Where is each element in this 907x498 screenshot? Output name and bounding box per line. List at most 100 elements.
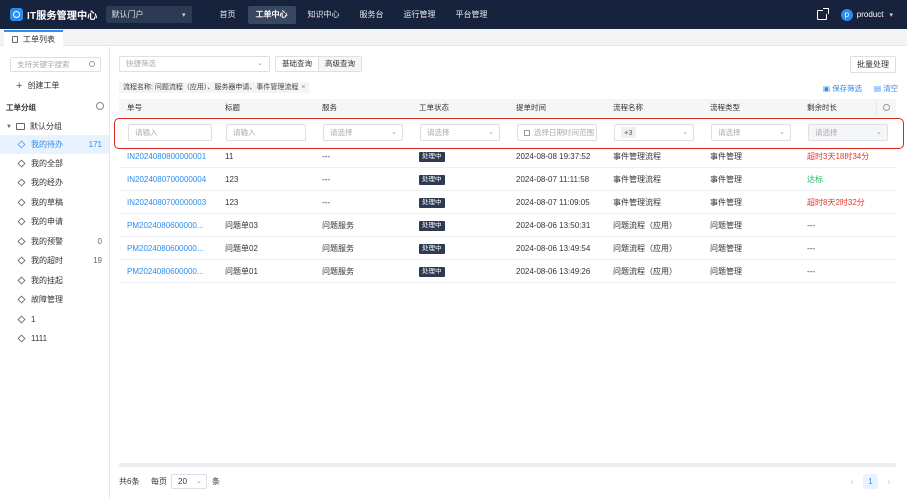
ticket-remaining-time: ---	[807, 244, 815, 253]
sidebar-item-my-handled[interactable]: 我的经办	[0, 173, 109, 192]
sidebar-search-input[interactable]: 支持关键字搜索	[10, 57, 101, 72]
sidebar-item-label: 我的超时	[31, 256, 63, 265]
tab-ticket-list[interactable]: 工单列表	[4, 30, 63, 46]
ticket-id-link[interactable]: IN2024080800000001	[127, 145, 206, 168]
ticket-status-cell: 处理中	[419, 214, 445, 237]
sidebar-item-my-requests[interactable]: 我的申请	[0, 212, 109, 231]
next-page-icon[interactable]: ›	[882, 474, 896, 489]
status-badge: 处理中	[419, 152, 445, 162]
sidebar-item-1111[interactable]: 1111	[0, 329, 109, 348]
status-badge: 处理中	[419, 244, 445, 254]
menu-item-ticket-center[interactable]: 工单中心	[247, 5, 296, 24]
menu-item-knowledge[interactable]: 知识中心	[300, 6, 348, 24]
sidebar-item-fault-management[interactable]: 故障管理	[0, 290, 109, 309]
ticket-process-name: 问题流程（应用）	[613, 267, 677, 276]
page-size-select[interactable]: 20 ⌄	[171, 474, 207, 489]
external-link-icon[interactable]	[816, 7, 829, 20]
column-header-title[interactable]: 标题	[225, 99, 240, 117]
sidebar-item-my-suspended[interactable]: 我的挂起	[0, 271, 109, 290]
logo[interactable]: IT服务管理中心	[10, 7, 98, 22]
column-header-process-name[interactable]: 流程名称	[613, 99, 643, 117]
total-count: 共6条	[119, 477, 140, 486]
sidebar-item-my-todo[interactable]: 我的待办 171	[0, 135, 109, 154]
filter-placeholder: 选择日期时间范围	[534, 128, 594, 137]
ticket-process-type: 问题管理	[710, 221, 742, 230]
ticket-id-link[interactable]: IN2024080700000004	[127, 168, 206, 191]
ticket-service: ---	[322, 152, 330, 161]
clear-filter-button[interactable]: ▤ 清空	[874, 83, 898, 94]
ticket-process-type: 事件管理	[710, 152, 742, 161]
column-header-remaining-time[interactable]: 剩余时长	[807, 99, 837, 117]
table-row[interactable]: PM2024080600000... 问题单03 问题服务 处理中 2024-0…	[119, 214, 896, 237]
column-header-id[interactable]: 单号	[127, 99, 142, 117]
ticket-id-link[interactable]: IN2024080700000003	[127, 191, 206, 214]
ticket-process-name: 事件管理流程	[613, 175, 661, 184]
column-header-service[interactable]: 服务	[322, 99, 337, 117]
chevron-down-icon: ⌄	[391, 129, 397, 136]
filter-service-select[interactable]: 请选择 ⌄	[323, 124, 403, 141]
ticket-submit-time: 2024-08-06 13:49:54	[516, 244, 591, 253]
sidebar-item-my-all[interactable]: 我的全部	[0, 154, 109, 173]
sidebar-item-my-overdue[interactable]: 我的超时 19	[0, 251, 109, 270]
column-header-process-type[interactable]: 流程类型	[710, 99, 740, 117]
filter-process-type-select[interactable]: 请选择 ⌄	[711, 124, 791, 141]
table-row[interactable]: IN2024080800000001 11 --- 处理中 2024-08-08…	[119, 145, 896, 168]
chevron-down-icon[interactable]: ▾	[889, 11, 893, 19]
menu-item-home[interactable]: 首页	[212, 6, 244, 24]
sidebar-item-my-drafts[interactable]: 我的草稿	[0, 193, 109, 212]
menu-item-platform[interactable]: 平台管理	[448, 6, 496, 24]
table-row[interactable]: IN2024080700000003 123 --- 处理中 2024-08-0…	[119, 191, 896, 214]
ticket-title: 123	[225, 198, 239, 207]
avatar[interactable]: p	[840, 8, 853, 21]
column-settings-button[interactable]	[876, 99, 896, 117]
status-badge: 处理中	[419, 175, 445, 185]
save-filter-label: 保存筛选	[832, 84, 863, 93]
tab-basic-query[interactable]: 基础查询	[276, 57, 319, 71]
column-header-status[interactable]: 工单状态	[419, 99, 449, 117]
table-row[interactable]: PM2024080600000... 问题单02 问题服务 处理中 2024-0…	[119, 237, 896, 260]
quick-filter-select[interactable]: 快捷筛选 ⌄	[119, 56, 270, 72]
sidebar-item-my-warnings[interactable]: 我的预警 0	[0, 232, 109, 251]
ticket-title: 问题单01	[225, 267, 258, 276]
menu-item-service-desk[interactable]: 服务台	[352, 6, 392, 24]
query-mode-tabs: 基础查询 高级查询	[275, 56, 362, 72]
sidebar-item-count: 0	[97, 237, 102, 246]
prev-page-icon[interactable]: ‹	[845, 474, 859, 489]
filter-remaining-time-select[interactable]: 请选择 ⌄	[808, 124, 888, 141]
ticket-remaining-time: 超时8天2时32分	[807, 198, 865, 207]
sidebar-section-title: 工单分组	[6, 103, 36, 112]
filter-title-input[interactable]: 请输入	[226, 124, 306, 141]
status-badge: 处理中	[419, 198, 445, 208]
ticket-submit-time: 2024-08-07 11:11:58	[516, 175, 590, 184]
ticket-service: ---	[322, 175, 330, 184]
layers-icon	[17, 256, 26, 265]
ticket-id-link[interactable]: PM2024080600000...	[127, 237, 204, 260]
filter-submit-time-range[interactable]: 选择日期时间范围	[517, 124, 597, 141]
ticket-id-link[interactable]: PM2024080600000...	[127, 214, 204, 237]
save-filter-button[interactable]: ▣ 保存筛选	[823, 83, 862, 94]
menu-item-operations[interactable]: 运行管理	[396, 6, 444, 24]
column-header-submit-time[interactable]: 提单时间	[516, 99, 546, 117]
sidebar-item-1[interactable]: 1	[0, 310, 109, 329]
filter-status-select[interactable]: 请选择 ⌄	[420, 124, 500, 141]
close-icon[interactable]: ×	[301, 84, 305, 91]
sidebar-group-label: 默认分组	[29, 122, 62, 131]
create-ticket-button[interactable]: + 创建工单	[16, 80, 59, 91]
user-name[interactable]: product	[857, 10, 884, 19]
layers-icon	[17, 295, 26, 304]
table-row[interactable]: PM2024080600000... 问题单01 问题服务 处理中 2024-0…	[119, 260, 896, 283]
batch-process-button[interactable]: 批量处理	[850, 56, 896, 73]
tab-advanced-query[interactable]: 高级查询	[319, 57, 361, 71]
portal-select[interactable]: 默认门户 ▾	[105, 6, 192, 23]
gear-icon[interactable]	[96, 102, 104, 110]
ticket-id-link[interactable]: PM2024080600000...	[127, 260, 204, 283]
filter-id-input[interactable]: 请输入	[128, 124, 212, 141]
filter-condition-tag: 流程名称: 问题流程（应用）、服务器申请、事件管理流程 ×	[119, 82, 310, 93]
horizontal-scrollbar[interactable]	[119, 463, 896, 467]
ticket-status-cell: 处理中	[419, 145, 445, 168]
filter-process-name-select[interactable]: +3 ⌄	[614, 124, 694, 141]
sidebar-group-default[interactable]: ▼ 默认分组	[6, 121, 62, 132]
sidebar-item-label: 1111	[31, 334, 48, 343]
page-number-current[interactable]: 1	[863, 474, 878, 489]
table-row[interactable]: IN2024080700000004 123 --- 处理中 2024-08-0…	[119, 168, 896, 191]
